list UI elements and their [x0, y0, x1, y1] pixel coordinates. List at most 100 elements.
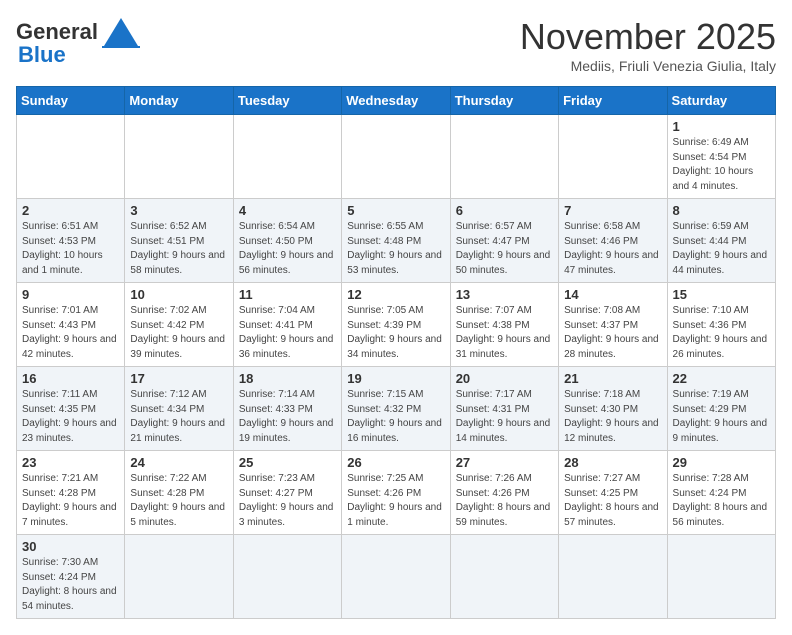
table-row	[233, 115, 341, 199]
date-number: 27	[456, 455, 553, 470]
cell-daylight-info: Sunrise: 7:23 AM Sunset: 4:27 PM Dayligh…	[239, 472, 336, 530]
table-row: 3 Sunrise: 6:52 AM Sunset: 4:51 PM Daylig…	[125, 199, 233, 283]
col-wednesday: Wednesday	[342, 87, 450, 115]
date-number: 3	[130, 203, 227, 218]
table-row: 10 Sunrise: 7:02 AM Sunset: 4:42 PM Dayli…	[125, 283, 233, 367]
table-row	[342, 115, 450, 199]
date-number: 11	[239, 287, 336, 302]
table-row	[559, 115, 667, 199]
date-number: 10	[130, 287, 227, 302]
cell-daylight-info: Sunrise: 7:22 AM Sunset: 4:28 PM Dayligh…	[130, 472, 227, 530]
table-row: 30 Sunrise: 7:30 AM Sunset: 4:24 PM Dayli…	[17, 535, 125, 619]
date-number: 26	[347, 455, 444, 470]
table-row: 12 Sunrise: 7:05 AM Sunset: 4:39 PM Dayli…	[342, 283, 450, 367]
cell-daylight-info: Sunrise: 7:18 AM Sunset: 4:30 PM Dayligh…	[564, 388, 661, 446]
calendar-header-row: Sunday Monday Tuesday Wednesday Thursday…	[17, 87, 776, 115]
table-row	[125, 115, 233, 199]
table-row: 24 Sunrise: 7:22 AM Sunset: 4:28 PM Dayli…	[125, 451, 233, 535]
cell-daylight-info: Sunrise: 7:01 AM Sunset: 4:43 PM Dayligh…	[22, 304, 119, 362]
date-number: 21	[564, 371, 661, 386]
logo: General Blue	[16, 16, 140, 68]
table-row: 6Sunrise: 6:57 AM Sunset: 4:47 PM Daylig…	[450, 199, 558, 283]
cell-daylight-info: Sunrise: 7:07 AM Sunset: 4:38 PM Dayligh…	[456, 304, 553, 362]
cell-daylight-info: Sunrise: 7:17 AM Sunset: 4:31 PM Dayligh…	[456, 388, 553, 446]
table-row	[233, 535, 341, 619]
date-number: 30	[22, 539, 119, 554]
table-row	[17, 115, 125, 199]
col-thursday: Thursday	[450, 87, 558, 115]
logo-blue-text: Blue	[18, 42, 66, 68]
date-number: 7	[564, 203, 661, 218]
cell-daylight-info: Sunrise: 7:21 AM Sunset: 4:28 PM Dayligh…	[22, 472, 119, 530]
calendar-subtitle: Mediis, Friuli Venezia Giulia, Italy	[520, 58, 776, 74]
cell-daylight-info: Sunrise: 6:52 AM Sunset: 4:51 PM Dayligh…	[130, 220, 227, 278]
cell-daylight-info: Sunrise: 7:02 AM Sunset: 4:42 PM Dayligh…	[130, 304, 227, 362]
cell-daylight-info: Sunrise: 7:05 AM Sunset: 4:39 PM Dayligh…	[347, 304, 444, 362]
date-number: 14	[564, 287, 661, 302]
date-number: 28	[564, 455, 661, 470]
date-number: 1	[673, 119, 770, 134]
table-row: 13 Sunrise: 7:07 AM Sunset: 4:38 PM Dayli…	[450, 283, 558, 367]
table-row	[559, 535, 667, 619]
cell-daylight-info: Sunrise: 6:49 AM Sunset: 4:54 PM Dayligh…	[673, 136, 770, 194]
cell-daylight-info: Sunrise: 7:27 AM Sunset: 4:25 PM Dayligh…	[564, 472, 661, 530]
cell-daylight-info: Sunrise: 6:58 AM Sunset: 4:46 PM Dayligh…	[564, 220, 661, 278]
cell-daylight-info: Sunrise: 7:04 AM Sunset: 4:41 PM Dayligh…	[239, 304, 336, 362]
date-number: 19	[347, 371, 444, 386]
table-row	[450, 535, 558, 619]
date-number: 24	[130, 455, 227, 470]
title-area: November 2025 Mediis, Friuli Venezia Giu…	[520, 16, 776, 74]
date-number: 12	[347, 287, 444, 302]
cell-daylight-info: Sunrise: 7:19 AM Sunset: 4:29 PM Dayligh…	[673, 388, 770, 446]
col-friday: Friday	[559, 87, 667, 115]
date-number: 25	[239, 455, 336, 470]
cell-daylight-info: Sunrise: 7:14 AM Sunset: 4:33 PM Dayligh…	[239, 388, 336, 446]
table-row: 20Sunrise: 7:17 AM Sunset: 4:31 PM Dayli…	[450, 367, 558, 451]
table-row: 8 Sunrise: 6:59 AM Sunset: 4:44 PM Daylig…	[667, 199, 775, 283]
date-number: 17	[130, 371, 227, 386]
calendar-table: Sunday Monday Tuesday Wednesday Thursday…	[16, 86, 776, 619]
table-row: 19Sunrise: 7:15 AM Sunset: 4:32 PM Dayli…	[342, 367, 450, 451]
table-row	[450, 115, 558, 199]
col-tuesday: Tuesday	[233, 87, 341, 115]
date-number: 8	[673, 203, 770, 218]
table-row: 1 Sunrise: 6:49 AM Sunset: 4:54 PM Daylig…	[667, 115, 775, 199]
date-number: 5	[347, 203, 444, 218]
date-number: 29	[673, 455, 770, 470]
date-number: 2	[22, 203, 119, 218]
cell-daylight-info: Sunrise: 7:26 AM Sunset: 4:26 PM Dayligh…	[456, 472, 553, 530]
date-number: 4	[239, 203, 336, 218]
table-row	[667, 535, 775, 619]
cell-daylight-info: Sunrise: 6:59 AM Sunset: 4:44 PM Dayligh…	[673, 220, 770, 278]
date-number: 15	[673, 287, 770, 302]
calendar-title: November 2025	[520, 16, 776, 58]
table-row: 27 Sunrise: 7:26 AM Sunset: 4:26 PM Dayli…	[450, 451, 558, 535]
cell-daylight-info: Sunrise: 7:08 AM Sunset: 4:37 PM Dayligh…	[564, 304, 661, 362]
cell-daylight-info: Sunrise: 6:51 AM Sunset: 4:53 PM Dayligh…	[22, 220, 119, 278]
table-row: 7 Sunrise: 6:58 AM Sunset: 4:46 PM Daylig…	[559, 199, 667, 283]
table-row: 26 Sunrise: 7:25 AM Sunset: 4:26 PM Dayli…	[342, 451, 450, 535]
date-number: 22	[673, 371, 770, 386]
cell-daylight-info: Sunrise: 7:30 AM Sunset: 4:24 PM Dayligh…	[22, 556, 119, 614]
table-row: 16Sunrise: 7:11 AM Sunset: 4:35 PM Dayli…	[17, 367, 125, 451]
col-sunday: Sunday	[17, 87, 125, 115]
date-number: 23	[22, 455, 119, 470]
page-header: General Blue November 2025 Mediis, Friul…	[16, 16, 776, 74]
table-row: 22 Sunrise: 7:19 AM Sunset: 4:29 PM Dayli…	[667, 367, 775, 451]
col-saturday: Saturday	[667, 87, 775, 115]
table-row: 28 Sunrise: 7:27 AM Sunset: 4:25 PM Dayli…	[559, 451, 667, 535]
table-row: 23 Sunrise: 7:21 AM Sunset: 4:28 PM Dayli…	[17, 451, 125, 535]
table-row: 4Sunrise: 6:54 AM Sunset: 4:50 PM Daylig…	[233, 199, 341, 283]
logo-text: General	[16, 20, 98, 44]
cell-daylight-info: Sunrise: 6:57 AM Sunset: 4:47 PM Dayligh…	[456, 220, 553, 278]
cell-daylight-info: Sunrise: 6:55 AM Sunset: 4:48 PM Dayligh…	[347, 220, 444, 278]
cell-daylight-info: Sunrise: 7:10 AM Sunset: 4:36 PM Dayligh…	[673, 304, 770, 362]
table-row: 18Sunrise: 7:14 AM Sunset: 4:33 PM Dayli…	[233, 367, 341, 451]
table-row: 9Sunrise: 7:01 AM Sunset: 4:43 PM Daylig…	[17, 283, 125, 367]
table-row: 21 Sunrise: 7:18 AM Sunset: 4:30 PM Dayli…	[559, 367, 667, 451]
date-number: 16	[22, 371, 119, 386]
logo-icon	[102, 16, 140, 48]
date-number: 13	[456, 287, 553, 302]
table-row: 29Sunrise: 7:28 AM Sunset: 4:24 PM Dayli…	[667, 451, 775, 535]
cell-daylight-info: Sunrise: 7:25 AM Sunset: 4:26 PM Dayligh…	[347, 472, 444, 530]
